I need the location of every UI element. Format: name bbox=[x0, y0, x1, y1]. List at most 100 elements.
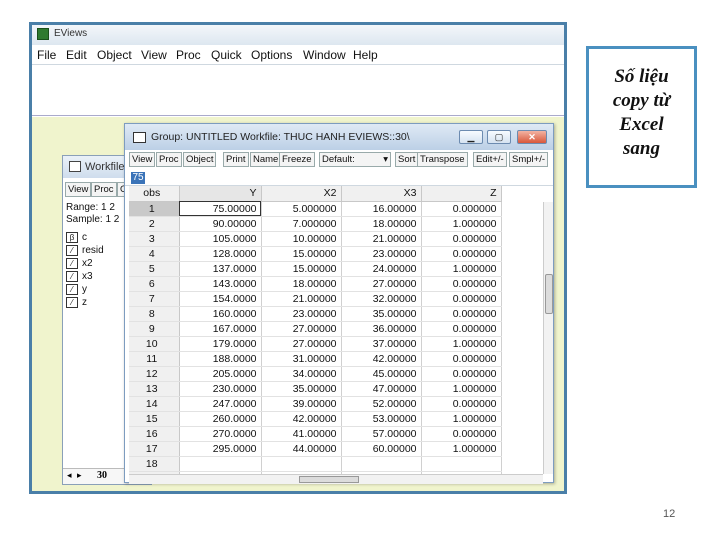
row-header-obs[interactable]: 13 bbox=[129, 381, 180, 397]
table-cell[interactable]: 44.00000 bbox=[261, 441, 342, 457]
vertical-scroll-thumb[interactable] bbox=[545, 274, 553, 314]
table-cell[interactable]: 1.000000 bbox=[421, 216, 502, 232]
maximize-button[interactable]: ▢ bbox=[487, 130, 511, 144]
table-cell[interactable]: 18.00000 bbox=[341, 216, 422, 232]
row-header-obs[interactable]: 16 bbox=[129, 426, 180, 442]
group-title-bar[interactable]: Group: UNTITLED Workfile: THUC HANH EVIE… bbox=[125, 124, 553, 150]
sort-button[interactable]: Sort bbox=[395, 152, 419, 167]
column-header-obs[interactable]: obs bbox=[129, 186, 180, 202]
column-header-z[interactable]: Z bbox=[421, 186, 502, 202]
row-header-obs[interactable]: 3 bbox=[129, 231, 180, 247]
command-window[interactable] bbox=[32, 65, 564, 116]
menu-edit[interactable]: Edit bbox=[66, 48, 87, 62]
table-cell[interactable]: 137.0000 bbox=[179, 261, 262, 277]
table-cell[interactable]: 35.00000 bbox=[261, 381, 342, 397]
row-header-obs[interactable]: 11 bbox=[129, 351, 180, 367]
tab-right-arrow-icon[interactable]: ▸ bbox=[77, 470, 82, 481]
table-cell[interactable]: 18.00000 bbox=[261, 276, 342, 292]
list-item[interactable]: ⁄ x2 bbox=[66, 258, 93, 271]
table-cell[interactable]: 0.000000 bbox=[421, 366, 502, 382]
table-cell[interactable]: 21.00000 bbox=[341, 231, 422, 247]
table-cell[interactable]: 0.000000 bbox=[421, 246, 502, 262]
table-cell[interactable]: 179.0000 bbox=[179, 336, 262, 352]
row-header-obs[interactable]: 7 bbox=[129, 291, 180, 307]
table-cell[interactable]: 1.000000 bbox=[421, 381, 502, 397]
row-header-obs[interactable]: 4 bbox=[129, 246, 180, 262]
row-header-obs[interactable]: 8 bbox=[129, 306, 180, 322]
table-cell[interactable]: 57.00000 bbox=[341, 426, 422, 442]
table-cell[interactable]: 0.000000 bbox=[421, 231, 502, 247]
table-cell[interactable]: 42.00000 bbox=[261, 411, 342, 427]
close-button[interactable]: ✕ bbox=[517, 130, 547, 144]
default-select[interactable]: Default: ▾ bbox=[319, 152, 391, 167]
table-cell[interactable]: 23.00000 bbox=[341, 246, 422, 262]
row-header-obs[interactable]: 10 bbox=[129, 336, 180, 352]
freeze-button[interactable]: Freeze bbox=[279, 152, 315, 167]
table-cell[interactable]: 52.00000 bbox=[341, 396, 422, 412]
menu-window[interactable]: Window bbox=[303, 48, 346, 62]
row-header-obs[interactable]: 6 bbox=[129, 276, 180, 292]
list-item[interactable]: ⁄ resid bbox=[66, 245, 104, 258]
row-header-obs[interactable]: 5 bbox=[129, 261, 180, 277]
table-cell[interactable]: 35.00000 bbox=[341, 306, 422, 322]
minimize-button[interactable]: ▁ bbox=[459, 130, 483, 144]
vertical-scrollbar[interactable] bbox=[543, 202, 553, 474]
table-cell[interactable]: 37.00000 bbox=[341, 336, 422, 352]
table-cell[interactable]: 1.000000 bbox=[421, 411, 502, 427]
table-cell[interactable]: 5.000000 bbox=[261, 201, 342, 217]
horizontal-scroll-thumb[interactable] bbox=[299, 476, 359, 483]
table-cell[interactable] bbox=[341, 456, 422, 472]
list-item[interactable]: βc bbox=[66, 232, 87, 245]
table-cell[interactable]: 42.00000 bbox=[341, 351, 422, 367]
table-cell[interactable] bbox=[421, 456, 502, 472]
table-cell[interactable] bbox=[261, 456, 342, 472]
column-header-x2[interactable]: X2 bbox=[261, 186, 342, 202]
table-cell[interactable]: 154.0000 bbox=[179, 291, 262, 307]
table-cell[interactable]: 36.00000 bbox=[341, 321, 422, 337]
name-button[interactable]: Name bbox=[250, 152, 282, 167]
workfile-page-tab[interactable]: 30 bbox=[97, 470, 107, 481]
table-cell[interactable]: 143.0000 bbox=[179, 276, 262, 292]
table-cell[interactable]: 27.00000 bbox=[341, 276, 422, 292]
table-cell[interactable]: 7.000000 bbox=[261, 216, 342, 232]
cell-edit-value[interactable]: 75 bbox=[131, 172, 145, 184]
menu-object[interactable]: Object bbox=[97, 48, 132, 62]
row-header-obs[interactable]: 17 bbox=[129, 441, 180, 457]
table-cell[interactable] bbox=[179, 456, 262, 472]
table-cell[interactable]: 0.000000 bbox=[421, 291, 502, 307]
table-cell[interactable]: 27.00000 bbox=[261, 336, 342, 352]
table-cell[interactable]: 60.00000 bbox=[341, 441, 422, 457]
menu-proc[interactable]: Proc bbox=[176, 48, 201, 62]
table-cell[interactable]: 260.0000 bbox=[179, 411, 262, 427]
tab-left-arrow-icon[interactable]: ◂ bbox=[67, 470, 72, 481]
object-button[interactable]: Object bbox=[183, 152, 217, 167]
list-item[interactable]: ⁄ z bbox=[66, 297, 87, 310]
menu-view[interactable]: View bbox=[141, 48, 167, 62]
column-header-x3[interactable]: X3 bbox=[341, 186, 422, 202]
cell-edit-bar[interactable] bbox=[125, 170, 553, 186]
menu-options[interactable]: Options bbox=[251, 48, 292, 62]
table-cell[interactable]: 39.00000 bbox=[261, 396, 342, 412]
table-cell[interactable]: 27.00000 bbox=[261, 321, 342, 337]
menu-quick[interactable]: Quick bbox=[211, 48, 242, 62]
table-cell[interactable]: 90.00000 bbox=[179, 216, 262, 232]
proc-button[interactable]: Proc bbox=[156, 152, 182, 167]
row-header-obs[interactable]: 9 bbox=[129, 321, 180, 337]
menu-help[interactable]: Help bbox=[353, 48, 378, 62]
view-button[interactable]: View bbox=[129, 152, 156, 167]
row-header-obs[interactable]: 14 bbox=[129, 396, 180, 412]
table-cell[interactable]: 10.00000 bbox=[261, 231, 342, 247]
table-cell[interactable]: 167.0000 bbox=[179, 321, 262, 337]
table-cell[interactable]: 0.000000 bbox=[421, 426, 502, 442]
row-header-obs[interactable]: 1 bbox=[129, 201, 180, 217]
wf-view-button[interactable]: View bbox=[65, 182, 92, 197]
smpl-toggle-button[interactable]: Smpl+/- bbox=[509, 152, 548, 167]
table-cell[interactable]: 0.000000 bbox=[421, 351, 502, 367]
wf-proc-button[interactable]: Proc bbox=[91, 182, 117, 197]
table-cell[interactable]: 75.00000 bbox=[179, 201, 262, 217]
table-cell[interactable]: 32.00000 bbox=[341, 291, 422, 307]
table-cell[interactable]: 230.0000 bbox=[179, 381, 262, 397]
table-cell[interactable]: 31.00000 bbox=[261, 351, 342, 367]
row-header-obs[interactable]: 18 bbox=[129, 456, 180, 472]
table-cell[interactable]: 0.000000 bbox=[421, 396, 502, 412]
